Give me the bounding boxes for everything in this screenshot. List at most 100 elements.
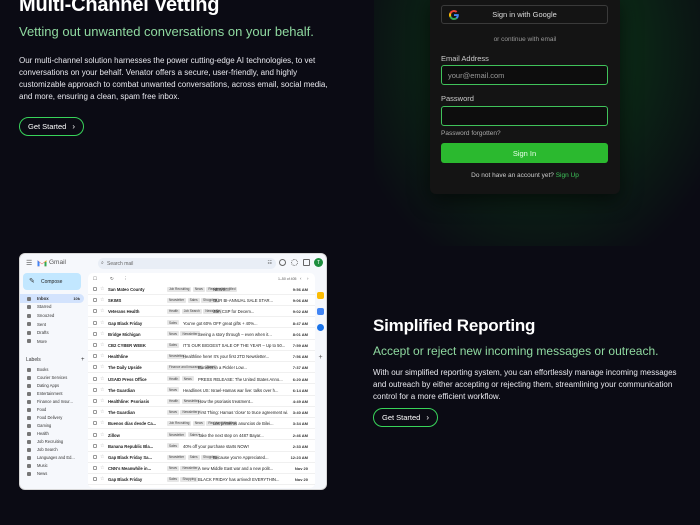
- email-tag: News: [192, 420, 205, 426]
- reporting-get-started-button[interactable]: Get Started ›: [373, 408, 439, 427]
- star-icon: ☆: [100, 398, 105, 404]
- email-subject: Join CSP for Decem...: [213, 309, 255, 315]
- gmail-search-bar[interactable]: ⌕ Search mail ☷: [98, 258, 276, 269]
- label-text: Food: [37, 406, 47, 412]
- email-tag: Newsletter: [180, 331, 200, 337]
- email-time: Nov 20: [294, 466, 308, 472]
- email-tag: Newsletter: [167, 297, 187, 303]
- google-signin-button[interactable]: Sign in with Google: [441, 5, 608, 24]
- nav-label: Snoozed: [37, 312, 55, 318]
- label-text: Entertainment: [37, 390, 63, 396]
- email-time: 8:47 AM: [292, 320, 308, 326]
- no-account-text: Do not have an account yet? Sign Up: [430, 172, 620, 179]
- label-item: Food Delivery: [20, 413, 88, 421]
- chevron-down-icon: [27, 339, 31, 344]
- label-item: Job Recruiting: [20, 437, 88, 445]
- gmail-logo-icon: [37, 260, 47, 267]
- label-text: Books: [37, 366, 49, 372]
- label-item: News: [20, 470, 88, 478]
- email-sender: Buenos días desde Ca...: [108, 421, 157, 427]
- gmail-inbox: ☐ ↻ ⋮ 1–50 of 405 ‹ › ☆ San Mateo County J…: [88, 273, 315, 488]
- email-tag: News: [181, 376, 194, 382]
- search-icon: ⌕: [101, 260, 104, 266]
- label-text: Courier Services: [37, 374, 68, 380]
- label-text: Gaming: [37, 422, 52, 428]
- email-time: 8:01 AM: [292, 331, 308, 337]
- label-icon: [27, 375, 31, 380]
- nav-label: Inbox: [37, 295, 49, 301]
- email-sender: Gap Black Friday Sa...: [108, 455, 152, 460]
- email-tags: Sales Shopping: [167, 476, 198, 482]
- email-subject: OUR BI-ANNUAL SALE STAR...: [213, 298, 274, 304]
- checkbox-icon: [93, 410, 97, 415]
- checkbox-icon: [93, 455, 97, 459]
- signin-button[interactable]: Sign In: [441, 143, 608, 163]
- email-tags: News Newsletter: [167, 331, 200, 337]
- send-icon: [27, 322, 31, 327]
- contacts-icon: [317, 324, 324, 331]
- email-tags: Sales: [167, 342, 179, 348]
- star-icon: ☆: [100, 442, 105, 449]
- label-item: Entertainment: [20, 389, 88, 397]
- password-field[interactable]: [441, 106, 608, 126]
- star-icon: ☆: [100, 342, 105, 348]
- email-tag: Sales: [167, 476, 179, 482]
- label-text: Dating Apps: [37, 382, 60, 388]
- reporting-get-started-label: Get Started: [382, 413, 421, 422]
- email-subject: Los primeros anuncios de Bilei...: [213, 421, 274, 427]
- email-row: ☆ Zillow Newsletter Sales Take the next step…: [88, 430, 315, 441]
- email-sender: The Guardian: [108, 410, 135, 416]
- star-icon: ☆: [100, 353, 105, 360]
- email-sender: Gap Black Friday: [108, 320, 143, 326]
- email-tag: Health: [167, 376, 181, 382]
- email-sender: Veterans Health: [108, 309, 140, 315]
- star-icon: ☆: [100, 386, 105, 393]
- nav-item-more: More: [20, 337, 88, 346]
- email-tag: Sales: [167, 342, 179, 348]
- star-icon: ☆: [100, 297, 105, 304]
- gmail-nav: Inbox 10k Starred Snoozed Sent Drafts Mor…: [20, 294, 88, 346]
- email-row: ☆ Healthline: Psoriasis Health Newsletter Ho…: [88, 396, 315, 407]
- label-text: Languages and Ed...: [37, 455, 75, 461]
- avatar: T: [314, 258, 323, 267]
- email-sender: Banana Republic Bla...: [108, 443, 154, 449]
- email-tags: Newsletter Sales: [167, 432, 200, 438]
- star-icon: ☆: [100, 454, 105, 460]
- google-signin-label: Sign in with Google: [492, 10, 557, 19]
- login-card: Sign in with Google or continue with ema…: [430, 0, 620, 194]
- hero-get-started-button[interactable]: Get Started ›: [19, 117, 85, 136]
- label-text: Job Recruiting: [37, 438, 64, 444]
- gmail-search-placeholder: Search mail: [107, 260, 134, 267]
- star-icon: ☆: [100, 319, 105, 326]
- checkbox-icon: [93, 365, 97, 370]
- label-icon: [27, 399, 31, 404]
- label-text: Health: [37, 430, 49, 436]
- email-tags: News: [167, 387, 179, 393]
- label-icon: [27, 383, 31, 388]
- email-time: 3:34 AM: [292, 421, 308, 427]
- nav-label: Starred: [37, 304, 52, 310]
- page: Multi-Channel Vetting Vetting out unwant…: [0, 0, 700, 525]
- email-sender: Zillow: [108, 432, 120, 438]
- email-tag: Newsletter: [180, 409, 200, 415]
- email-time: 6:20 AM: [292, 376, 308, 382]
- email-row: ☆ The Guardian News Headlines US: Israel-Ha…: [88, 385, 315, 396]
- forgot-password-link[interactable]: Password forgotten?: [441, 130, 501, 137]
- email-sender: The Guardian: [108, 387, 135, 393]
- nav-item-sent: Sent: [20, 320, 88, 329]
- email-tag: News: [167, 331, 179, 337]
- star-icon: ☆: [100, 476, 105, 483]
- menu-icon: ☰: [26, 260, 33, 267]
- email-field[interactable]: your@email.com: [441, 65, 608, 85]
- star-icon: ☆: [100, 409, 105, 416]
- email-tags: Newsletter Sales Shopping: [167, 454, 219, 460]
- signup-link[interactable]: Sign Up: [556, 172, 579, 179]
- checkbox-icon: [93, 421, 97, 426]
- help-icon: [279, 259, 286, 266]
- refresh-icon: ↻: [110, 276, 114, 281]
- email-sender: USAID Press Office: [108, 376, 147, 382]
- email-sender: CB2 CYBER WEEK: [108, 343, 146, 348]
- star-icon: ☆: [100, 375, 105, 382]
- gmail-app-name: Gmail: [49, 259, 66, 266]
- email-time: 2:46 AM: [292, 432, 308, 438]
